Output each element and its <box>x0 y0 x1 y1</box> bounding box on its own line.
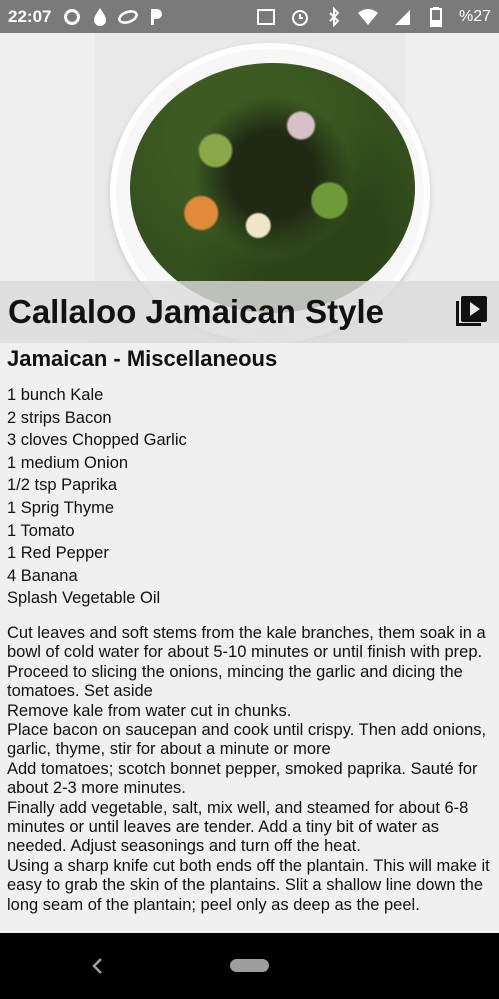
chevron-left-icon <box>92 958 102 974</box>
alarm-icon <box>289 6 311 28</box>
instruction-step: Cut leaves and soft stems from the kale … <box>7 623 486 662</box>
status-time: 22:07 <box>8 6 52 26</box>
instruction-step: Finally add vegetable, salt, mix well, a… <box>7 798 469 856</box>
status-bar: 22:07 %27 <box>0 0 499 33</box>
title-band: Callaloo Jamaican Style <box>0 281 499 343</box>
p-icon <box>145 6 167 28</box>
ingredients-list: 1 bunch Kale 2 strips Bacon 3 cloves Cho… <box>7 384 493 610</box>
whatsapp-icon <box>61 6 83 28</box>
ingredient-item: 2 strips Bacon <box>7 408 112 427</box>
ingredient-item: 1 bunch Kale <box>7 386 104 404</box>
instructions: Cut leaves and soft stems from the kale … <box>7 624 493 915</box>
ingredient-item: 1 medium Onion <box>7 453 129 472</box>
instruction-step: Proceed to slicing the onions, mincing t… <box>7 662 463 701</box>
instruction-step: Add tomatoes; scotch bonnet pepper, smok… <box>7 759 478 798</box>
ingredient-item: 1 Red Pepper <box>7 544 109 563</box>
back-button[interactable] <box>85 954 109 978</box>
signal-icon <box>391 6 413 28</box>
callaloo-greens-image <box>130 63 415 313</box>
ingredient-item: 4 Banana <box>7 566 78 585</box>
recipe-title: Callaloo Jamaican Style <box>8 293 385 330</box>
play-video-button[interactable] <box>453 293 489 329</box>
instruction-step: Using a sharp knife cut both ends off th… <box>7 856 490 914</box>
ingredient-item: 3 cloves Chopped Garlic <box>7 431 187 450</box>
wifi-icon <box>357 6 379 28</box>
video-library-icon <box>456 296 487 326</box>
instruction-step: Place bacon on saucepan and cook until c… <box>7 720 487 759</box>
volte-icon <box>255 6 277 28</box>
navigation-bar <box>0 933 499 999</box>
drop-icon <box>89 6 111 28</box>
battery-icon <box>425 6 447 28</box>
ingredient-item: 1 Sprig Thyme <box>7 498 114 517</box>
ingredient-item: 1/2 tsp Paprika <box>7 476 118 495</box>
instruction-step: Remove kale from water cut in chunks. <box>7 701 292 720</box>
bluetooth-icon <box>323 6 345 28</box>
ingredient-item: Splash Vegetable Oil <box>7 589 161 608</box>
home-pill-button[interactable] <box>230 959 269 972</box>
recipe-content: Jamaican - Miscellaneous 1 bunch Kale 2 … <box>7 346 493 915</box>
recipe-category: Jamaican - Miscellaneous <box>7 346 278 371</box>
battery-percent: %27 <box>458 7 491 25</box>
ingredient-item: 1 Tomato <box>7 521 75 540</box>
leaf-icon <box>117 6 139 28</box>
